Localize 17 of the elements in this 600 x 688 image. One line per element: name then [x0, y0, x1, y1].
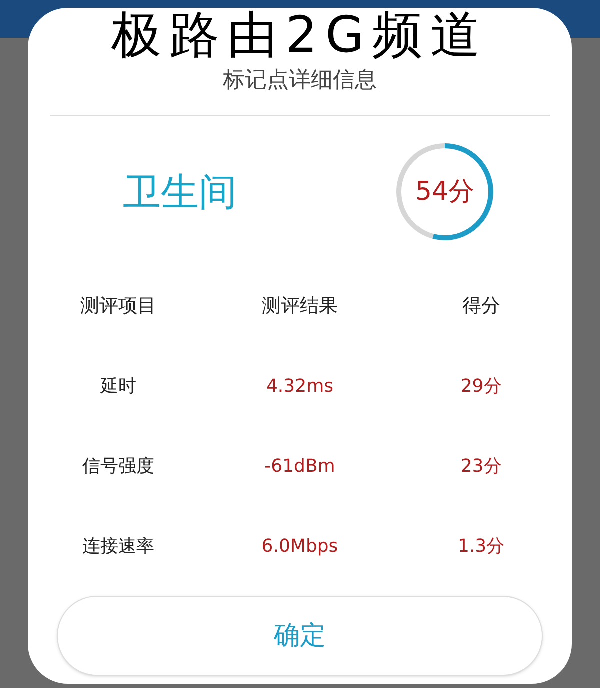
table-cell-text: 连接速率	[82, 534, 155, 558]
table-cell-text: 延时	[100, 374, 137, 398]
table-cell-text: 23分	[460, 454, 502, 478]
table-cell-text: 1.3分	[458, 534, 505, 558]
column-header: 测评项目	[80, 294, 157, 319]
confirm-button[interactable]: 确定	[57, 596, 543, 676]
score-value: 54分	[415, 176, 475, 208]
column-header: 测评结果	[262, 294, 338, 319]
caption: 极路由2G频道	[112, 8, 488, 62]
dialog-title: 标记点详细信息	[223, 67, 377, 95]
table-cell-text: 4.32ms	[266, 374, 334, 398]
table-cell-text: 6.0Mbps	[262, 534, 338, 558]
table-cell-text: -61dBm	[264, 454, 336, 478]
table-cell-text: 29分	[460, 374, 502, 398]
location-name: 卫生间	[123, 168, 237, 216]
column-header: 得分	[462, 294, 500, 319]
table-cell-text: 信号强度	[82, 454, 155, 478]
